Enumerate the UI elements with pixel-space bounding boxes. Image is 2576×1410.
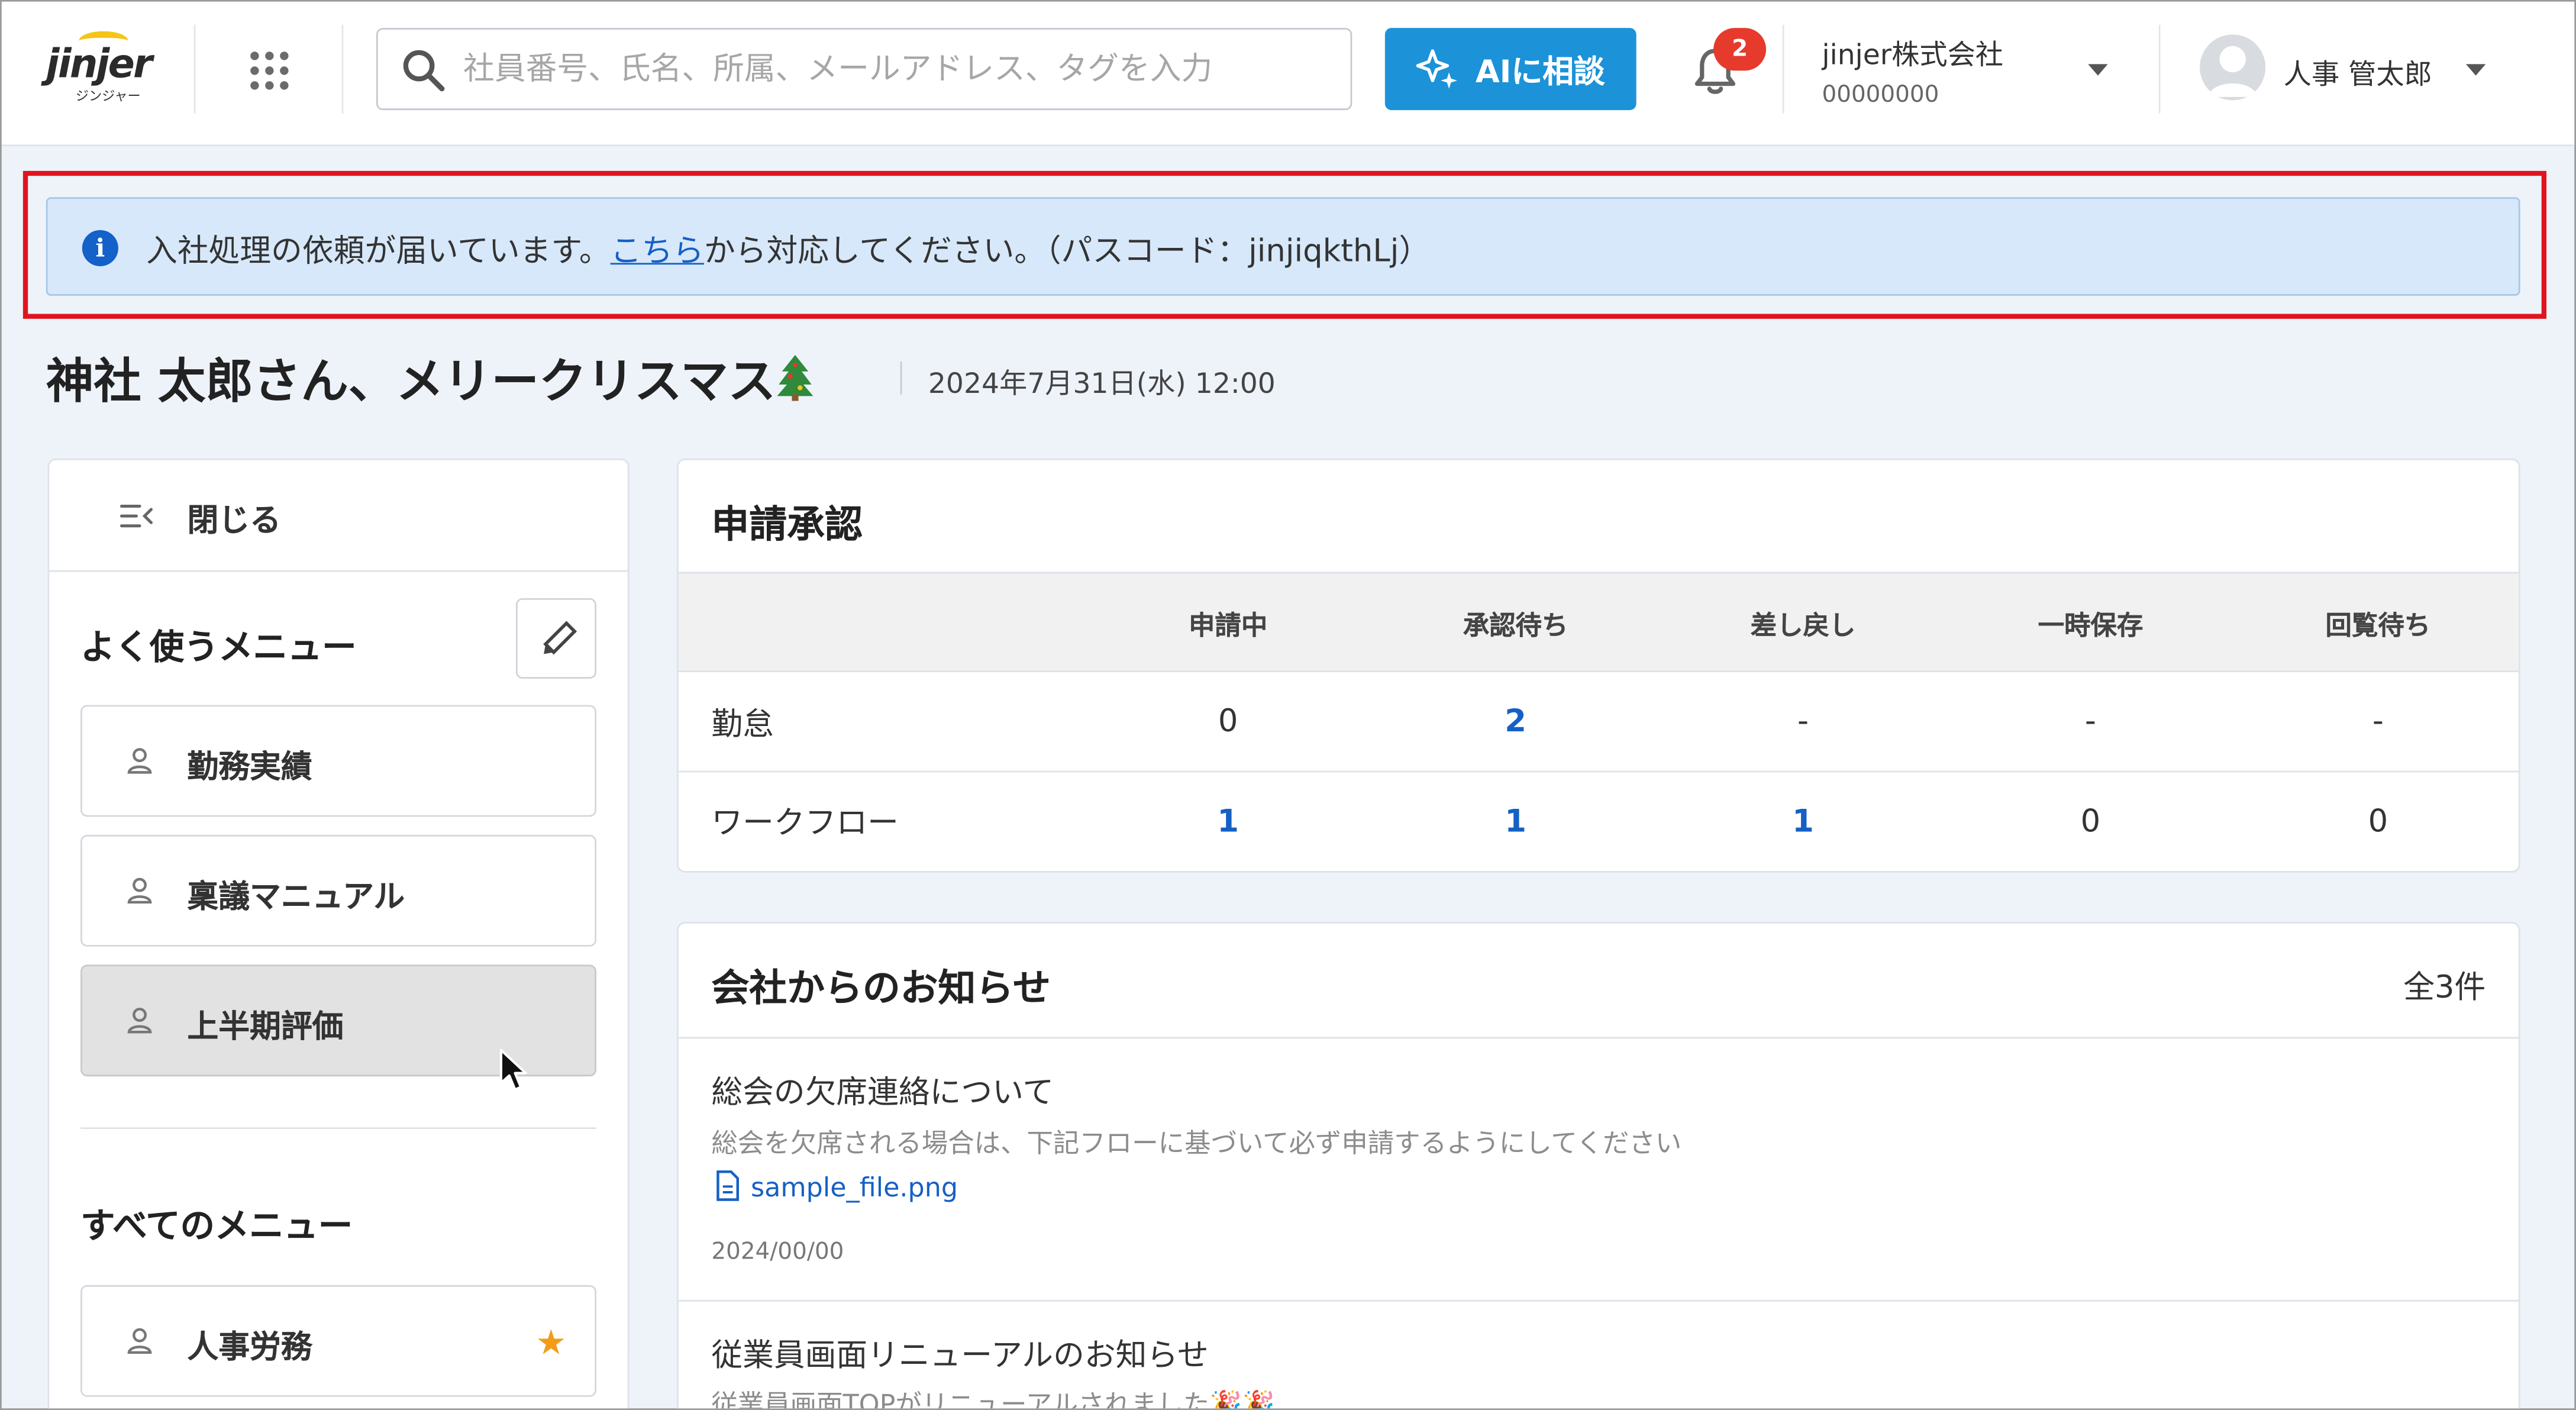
sparkle-icon — [1416, 49, 1458, 89]
count-link[interactable]: 2 — [1372, 672, 1660, 771]
notice-divider — [678, 1299, 2519, 1302]
company-name: jinjer株式会社 — [1822, 39, 2004, 73]
close-sidebar-button[interactable]: 閉じる — [49, 460, 628, 572]
menu-item-label: 勤務実績 — [187, 749, 312, 786]
count-cell: - — [2084, 703, 2096, 740]
count-cell: 0 — [2368, 802, 2388, 839]
edit-favorites-button[interactable] — [515, 598, 596, 679]
alert-text-after: から対応してください。（パスコード：jinjiqkthLj） — [703, 233, 1431, 270]
notice-date: 2024/00/00 — [711, 1239, 844, 1266]
header-divider — [1782, 24, 1784, 114]
menu-item-label: 稟議マニュアル — [187, 879, 405, 916]
greeting-divider — [900, 362, 902, 395]
company-notices-card: 会社からのお知らせ 全3件 総会の欠席連絡について 総会を欠席される場合は、下記… — [677, 922, 2520, 1410]
row-label: 勤怠 — [711, 705, 774, 742]
column-header: 回覧待ち — [2325, 609, 2431, 640]
chevron-down-icon[interactable] — [2465, 64, 2486, 76]
favorites-heading: よく使うメニュー — [80, 627, 357, 667]
search-icon — [401, 48, 447, 94]
file-icon — [716, 1170, 740, 1201]
alert-message: 入社処理の依頼が届いています。こちらから対応してください。（パスコード：jinj… — [146, 227, 1430, 271]
info-alert: i 入社処理の依頼が届いています。こちらから対応してください。（パスコード：ji… — [46, 197, 2520, 296]
approval-table: 申請中 承認待ち 差し戻し 一時保存 回覧待ち 勤怠 0 2 - - - ワーク… — [678, 572, 2519, 870]
column-header: 一時保存 — [2038, 609, 2144, 640]
sidebar-divider — [80, 1127, 596, 1130]
notice-title[interactable]: 総会の欠席連絡について — [711, 1068, 1054, 1112]
sidebar: 閉じる よく使うメニュー 勤務実績 稟議マニュアル 上半期評価 すべてのメニュー… — [47, 458, 630, 1409]
notice-divider — [678, 1037, 2519, 1039]
column-header: 承認待ち — [1463, 609, 1568, 640]
avatar[interactable] — [2200, 34, 2266, 101]
info-icon: i — [82, 230, 118, 266]
person-icon — [125, 1006, 154, 1035]
collapse-menu-icon — [118, 499, 154, 533]
notification-badge: 2 — [1713, 28, 1767, 71]
jinjer-logo[interactable]: jinjer ジンジャー — [46, 31, 164, 107]
star-icon[interactable]: ★ — [535, 1323, 566, 1363]
row-label: ワークフロー — [711, 805, 899, 842]
christmas-tree-icon — [776, 351, 815, 401]
count-cell: 0 — [1218, 703, 1238, 740]
ai-button-label: AIに相談 — [1475, 53, 1605, 90]
app-grid-icon[interactable] — [245, 46, 294, 95]
count-cell: - — [1797, 703, 1809, 740]
favorite-menu-item[interactable]: 勤務実績 — [80, 705, 596, 817]
header-divider — [2158, 24, 2161, 114]
chevron-down-icon[interactable] — [2088, 64, 2108, 76]
table-row: 勤怠 0 2 - - - — [678, 670, 2519, 771]
header-divider — [193, 24, 196, 114]
count-cell: - — [2372, 703, 2384, 740]
search-input[interactable] — [463, 39, 1318, 99]
column-header: 申請中 — [1188, 609, 1268, 640]
count-link[interactable]: 1 — [1660, 772, 1947, 869]
company-id: 00000000 — [1822, 82, 1939, 109]
ai-consult-button[interactable]: AIに相談 — [1384, 28, 1636, 111]
notice-title[interactable]: 従業員画面リニューアルのお知らせ — [711, 1331, 1208, 1376]
person-icon — [125, 876, 154, 905]
greeting-heading: 神社 太郎さん、メリークリスマス — [46, 343, 815, 412]
top-header: jinjer ジンジャー 社員番号、氏名、所属、メールアドレス、タグを入力 AI… — [1, 1, 2575, 147]
company-switcher[interactable]: jinjer株式会社 00000000 — [1822, 31, 2117, 114]
column-header: 差し戻し — [1750, 609, 1856, 640]
app-window: jinjer ジンジャー 社員番号、氏名、所属、メールアドレス、タグを入力 AI… — [0, 0, 2576, 1410]
pencil-icon — [543, 621, 577, 655]
menu-item-label: 上半期評価 — [187, 1009, 344, 1046]
table-row: ワークフロー 1 1 1 0 0 — [678, 770, 2519, 870]
count-cell: 0 — [2080, 802, 2101, 839]
greeting-text: 神社 太郎さん、メリークリスマス — [46, 353, 776, 409]
menu-item[interactable]: 人事労務 ★ — [80, 1285, 596, 1397]
logo-text: jinjer — [46, 41, 153, 88]
attachment-link[interactable]: sample_file.png — [715, 1170, 958, 1203]
user-name[interactable]: 人事 管太郎 — [2284, 51, 2432, 92]
current-datetime: 2024年7月31日(水) 12:00 — [928, 368, 1276, 401]
table-header-row: 申請中 承認待ち 差し戻し 一時保存 回覧待ち — [678, 572, 2519, 671]
menu-item-label: 人事労務 — [187, 1329, 312, 1366]
search-box[interactable] — [376, 28, 1352, 111]
notice-body: 総会を欠席される場合は、下記フローに基づいて必ず申請するようにしてください — [711, 1127, 1682, 1159]
close-label: 閉じる — [187, 502, 281, 539]
notice-body: 従業員画面TOPがリニューアルされました🎉🎉 — [711, 1388, 1275, 1410]
favorite-menu-item[interactable]: 稟議マニュアル — [80, 834, 596, 947]
notices-title: 会社からのお知らせ — [711, 967, 1051, 1011]
notices-count: 全3件 — [2403, 969, 2486, 1006]
person-icon — [125, 1326, 154, 1356]
approval-title: 申請承認 — [711, 504, 863, 547]
mouse-cursor-icon — [499, 1048, 532, 1095]
approval-card: 申請承認 申請中 承認待ち 差し戻し 一時保存 回覧待ち 勤怠 0 2 - - … — [677, 458, 2520, 873]
alert-link[interactable]: こちら — [611, 233, 704, 269]
logo-subtext: ジンジャー — [75, 88, 141, 104]
header-divider — [341, 24, 344, 114]
all-menu-heading: すべてのメニュー — [80, 1206, 353, 1246]
alert-text-before: 入社処理の依頼が届いています。 — [146, 233, 611, 270]
count-link[interactable]: 1 — [1372, 772, 1660, 869]
person-icon — [125, 746, 154, 776]
count-link[interactable]: 1 — [1084, 772, 1372, 869]
attachment-filename: sample_file.png — [750, 1172, 958, 1203]
